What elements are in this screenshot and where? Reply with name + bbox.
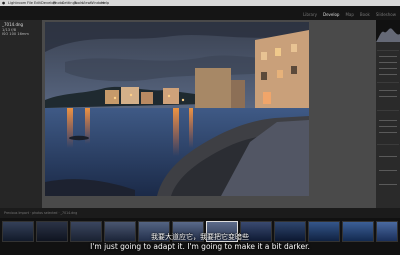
file-name: _7014.dng	[2, 22, 24, 27]
panel-divider	[377, 50, 399, 51]
left-panel: _7014.dng 1/13 f/8 ISO 100 16mm	[0, 20, 42, 208]
filmstrip-header: Previous Import · photos selected · _701…	[0, 208, 400, 218]
histogram-graph	[376, 28, 400, 42]
main-photo[interactable]	[45, 22, 309, 196]
subtitle-english: I'm just going to adapt it. I'm going to…	[90, 242, 310, 251]
highlights-slider[interactable]	[379, 68, 397, 69]
menu-item-lightroom[interactable]: Lightroom	[8, 1, 26, 5]
module-library[interactable]: Library	[301, 12, 319, 17]
module-develop[interactable]: Develop	[321, 12, 341, 17]
module-picker: Library Develop Map Book Slideshow	[0, 6, 400, 20]
panel-divider	[377, 144, 399, 145]
panel-divider	[377, 82, 399, 83]
module-slideshow[interactable]: Slideshow	[374, 12, 398, 17]
vibrance-slider[interactable]	[379, 126, 397, 127]
source-path[interactable]: Previous Import · photos selected · _701…	[4, 211, 77, 215]
shadows-slider[interactable]	[379, 74, 397, 75]
menu-item-file[interactable]: File	[27, 1, 33, 5]
whites-slider[interactable]	[379, 90, 397, 91]
saturation-slider[interactable]	[379, 132, 397, 133]
contrast-slider[interactable]	[379, 62, 397, 63]
curve-slider[interactable]	[379, 156, 397, 157]
module-map[interactable]: Map	[343, 12, 355, 17]
clarity-slider[interactable]	[379, 120, 397, 121]
exif-line-2: ISO 100 16mm	[2, 32, 29, 36]
harbor-photo-image	[45, 22, 309, 196]
panel-divider	[377, 110, 399, 111]
exposure-slider[interactable]	[379, 56, 397, 57]
blacks-slider[interactable]	[379, 96, 397, 97]
histogram[interactable]	[376, 20, 400, 42]
menu-item-help[interactable]: Help	[101, 1, 109, 5]
effects-slider[interactable]	[379, 184, 397, 185]
right-panel	[376, 20, 400, 208]
detail-slider[interactable]	[379, 170, 397, 171]
module-book[interactable]: Book	[358, 12, 372, 17]
subtitle-chinese: 我要大道应它，我要把它变暗些	[151, 233, 249, 241]
apple-icon[interactable]: ●	[2, 1, 5, 5]
menu-item-edit[interactable]: Edit	[34, 1, 41, 5]
